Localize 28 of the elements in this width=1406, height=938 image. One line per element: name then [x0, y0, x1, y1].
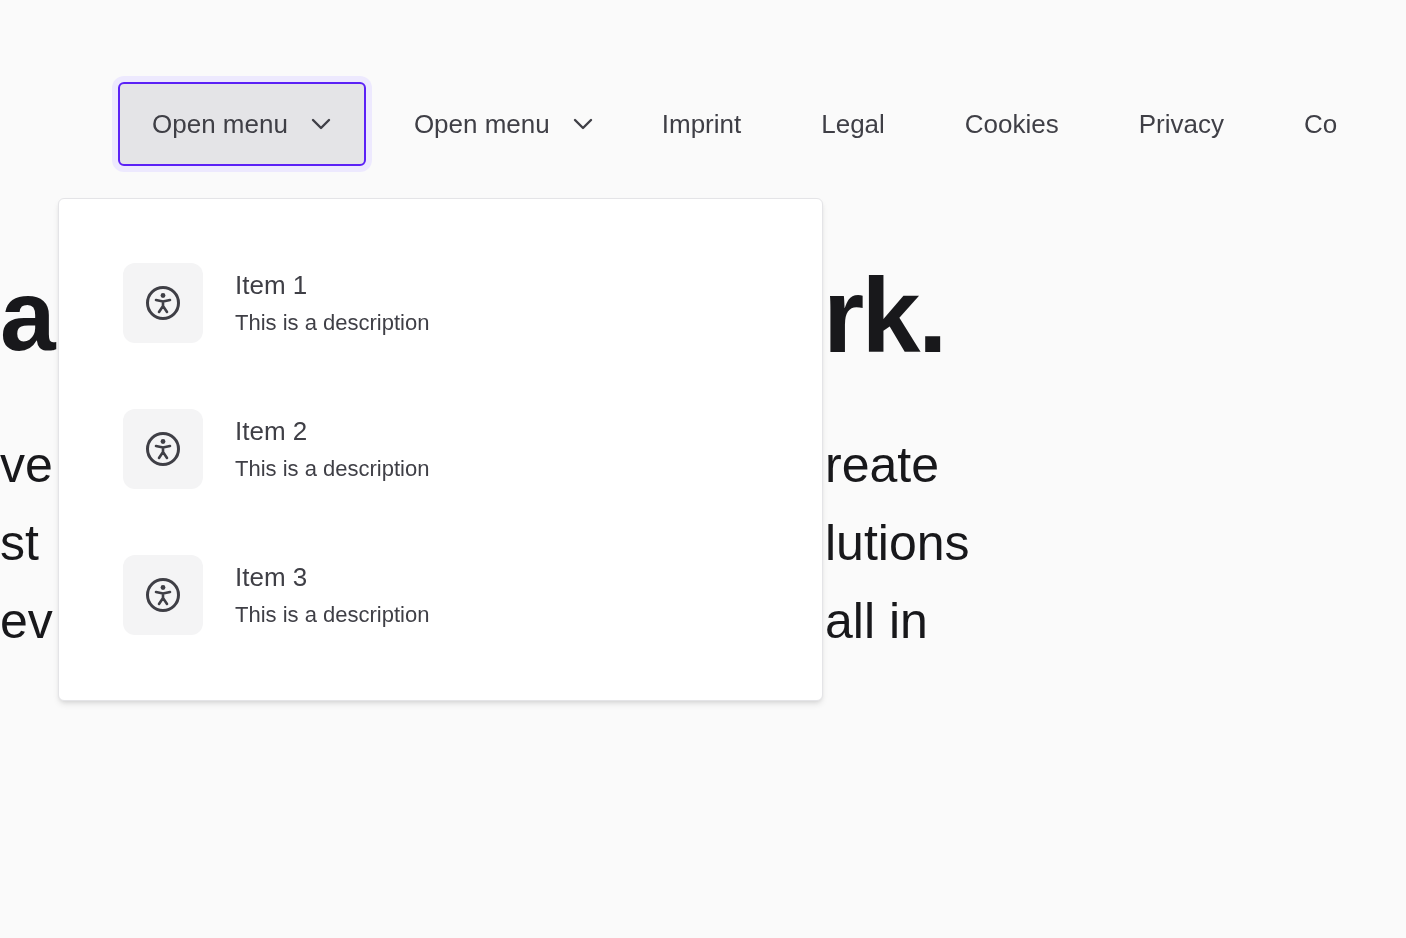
nav-link[interactable]: Imprint — [641, 96, 762, 152]
item-description: This is a description — [235, 456, 430, 482]
menu-button[interactable]: Open menu — [405, 82, 602, 166]
item-title: Item 2 — [235, 416, 309, 446]
nav-link[interactable]: Privacy — [1118, 96, 1245, 152]
item-title: Item 3 — [235, 562, 309, 592]
chevron-down-icon — [571, 117, 594, 131]
item-description: This is a description — [235, 602, 430, 628]
menu-item[interactable]: Item 2 This is a description — [123, 409, 822, 489]
accessibility-icon — [145, 285, 181, 321]
paragraph-fragment: st — [0, 514, 40, 573]
nav-link[interactable]: Legal — [801, 96, 905, 152]
paragraph-fragment: ev — [0, 592, 53, 651]
paragraph-fragment: all in — [825, 592, 929, 651]
nav-link[interactable]: Co — [1284, 96, 1358, 152]
chevron-down-icon — [309, 117, 332, 131]
nav-link[interactable]: Cookies — [944, 96, 1079, 152]
heading-fragment: rk. — [823, 255, 946, 376]
menu-item[interactable]: Item 3 This is a description — [123, 555, 822, 635]
item-description: This is a description — [235, 310, 430, 336]
menu-item[interactable]: Item 1 This is a description — [123, 263, 822, 343]
paragraph-fragment: reate — [825, 436, 940, 495]
item-title: Item 1 — [235, 270, 309, 300]
accessibility-icon — [145, 577, 181, 613]
accessibility-icon — [145, 431, 181, 467]
paragraph-fragment: lutions — [825, 514, 970, 573]
heading-fragment: a — [0, 258, 56, 373]
paragraph-fragment: ve — [0, 436, 53, 495]
